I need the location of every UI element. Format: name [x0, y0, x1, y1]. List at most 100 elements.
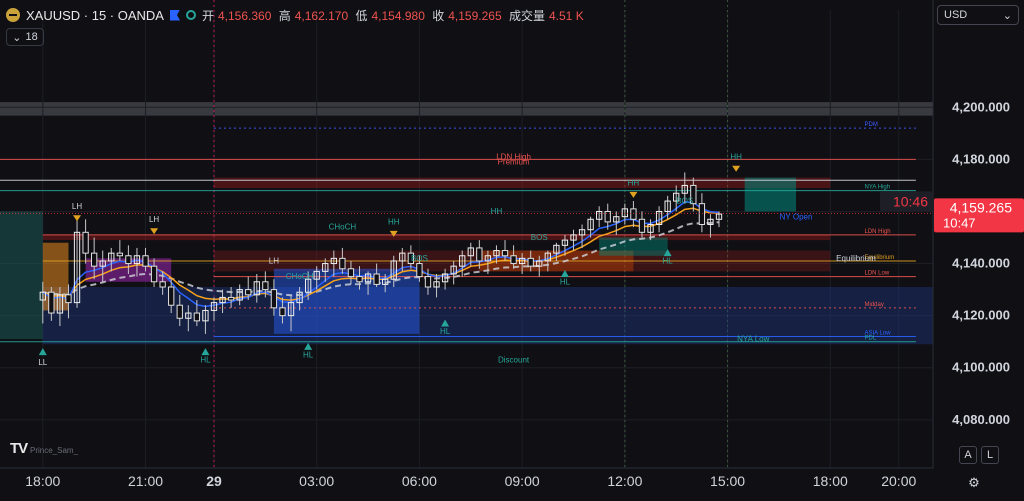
structure-label: HL: [663, 257, 674, 266]
level-label: PDM: [865, 122, 878, 128]
gold-coin-icon: [6, 8, 20, 22]
close-label: 收: [432, 8, 445, 23]
candle-body: [270, 289, 278, 309]
candle-body: [339, 257, 346, 270]
zone-box: [42, 234, 831, 241]
countdown-label: 10:46: [893, 193, 928, 209]
price-chart[interactable]: PDM NYA High LDN High Equilibrium LDN Low Mid…: [0, 0, 1024, 501]
candle-body: [65, 294, 72, 304]
gear-icon[interactable]: ⚙: [966, 475, 982, 491]
candle-body: [116, 252, 123, 257]
structure-label: LDN High: [496, 152, 531, 161]
candle-body: [416, 263, 423, 278]
chevron-down-icon: ⌄: [1002, 9, 1012, 22]
auto-scale-button[interactable]: A: [959, 446, 977, 464]
candle-body: [245, 289, 252, 296]
candle-body: [168, 286, 175, 306]
time-tick-label: 18:00: [813, 473, 848, 489]
structure-label: HL: [200, 356, 211, 365]
structure-label: Equilibrium: [836, 254, 876, 263]
high-label: 高: [278, 8, 291, 23]
structure-label: NYA Low: [737, 335, 770, 344]
level-label: Midday: [865, 302, 884, 308]
structure-label: HL: [440, 327, 451, 336]
candle-body: [527, 257, 534, 267]
open-label: 开: [201, 8, 214, 23]
candle-body: [150, 265, 158, 283]
time-tick-label: 06:00: [402, 473, 437, 489]
candle-body: [125, 255, 132, 265]
candle-body: [91, 252, 98, 267]
zone-box: [42, 286, 934, 345]
price-tick-label: 4,120.000: [952, 308, 1010, 323]
time-tick-label: 20:00: [881, 473, 916, 489]
candle-body: [262, 281, 269, 291]
log-scale-button[interactable]: L: [981, 446, 999, 464]
currency-value: USD: [944, 9, 968, 21]
candle-body: [82, 231, 89, 254]
candle-body: [501, 250, 509, 257]
structure-label: LH: [269, 257, 279, 266]
currency-select[interactable]: USD ⌄: [937, 5, 1019, 25]
zone-box: [744, 177, 797, 212]
flag-icon[interactable]: [169, 9, 180, 21]
zone-box: [42, 242, 69, 311]
structure-label: HL: [303, 350, 314, 359]
level-label: PDL: [865, 336, 877, 342]
candle-body: [373, 273, 380, 285]
price-tick-label: 4,180.000: [952, 151, 1010, 166]
level-label: NYA High: [865, 185, 891, 191]
chart-background: [0, 0, 1024, 501]
time-tick-label: 29: [206, 473, 222, 489]
time-tick-label: 15:00: [710, 473, 745, 489]
candle-body: [193, 312, 201, 322]
last-price-time: 10:47: [943, 215, 976, 230]
low-value: 4,154.980: [371, 8, 425, 23]
structure-label: HL: [560, 277, 571, 286]
tradingview-logo: TV: [10, 440, 28, 457]
close-value: 4,159.265: [448, 8, 502, 23]
time-tick-label: 21:00: [128, 473, 163, 489]
candle-body: [510, 255, 517, 265]
structure-label: HH: [628, 178, 640, 187]
candle-body: [698, 203, 706, 225]
candle-body: [279, 307, 286, 317]
time-tick-label: 12:00: [607, 473, 642, 489]
candle-body: [176, 304, 183, 319]
structure-label: HH: [730, 152, 742, 161]
structure-label: LL: [38, 358, 47, 367]
indicator-count: 18: [25, 31, 38, 43]
structure-label: CHoCH: [329, 223, 357, 232]
level-label: LDN Low: [865, 271, 890, 277]
candle-body: [356, 276, 363, 283]
time-tick-label: 03:00: [299, 473, 334, 489]
zone-box: [213, 177, 831, 189]
volume-value: 4.51 K: [549, 8, 584, 23]
structure-label: BOS: [676, 197, 693, 206]
price-tick-label: 4,140.000: [952, 256, 1010, 271]
price-tick-label: 4,200.000: [952, 99, 1010, 114]
structure-label: LH: [149, 215, 159, 224]
structure-label: HH: [388, 217, 400, 226]
candle-body: [630, 208, 637, 220]
structure-label: BOS: [411, 254, 428, 263]
indicators-collapse-button[interactable]: ⌄ 18: [6, 28, 44, 46]
low-label: 低: [355, 8, 368, 23]
top-range-band: [0, 102, 1024, 116]
candle-body: [48, 291, 55, 314]
time-tick-label: 09:00: [505, 473, 540, 489]
candle-body: [142, 255, 149, 267]
price-tick-label: 4,080.000: [952, 412, 1010, 427]
candle-body: [159, 281, 166, 288]
candle-body: [227, 296, 235, 301]
candle-body: [347, 268, 355, 278]
symbol-title[interactable]: XAUUSD · 15 · OANDA: [26, 8, 164, 23]
high-value: 4,162.170: [294, 8, 349, 23]
structure-label: BOS: [531, 233, 548, 242]
price-tick-label: 4,100.000: [952, 360, 1010, 375]
structure-label: HH: [491, 207, 503, 216]
structure-label: Discount: [498, 356, 530, 365]
time-tick-label: 18:00: [25, 473, 60, 489]
volume-label: 成交量: [508, 8, 545, 23]
candle-body: [424, 276, 432, 288]
